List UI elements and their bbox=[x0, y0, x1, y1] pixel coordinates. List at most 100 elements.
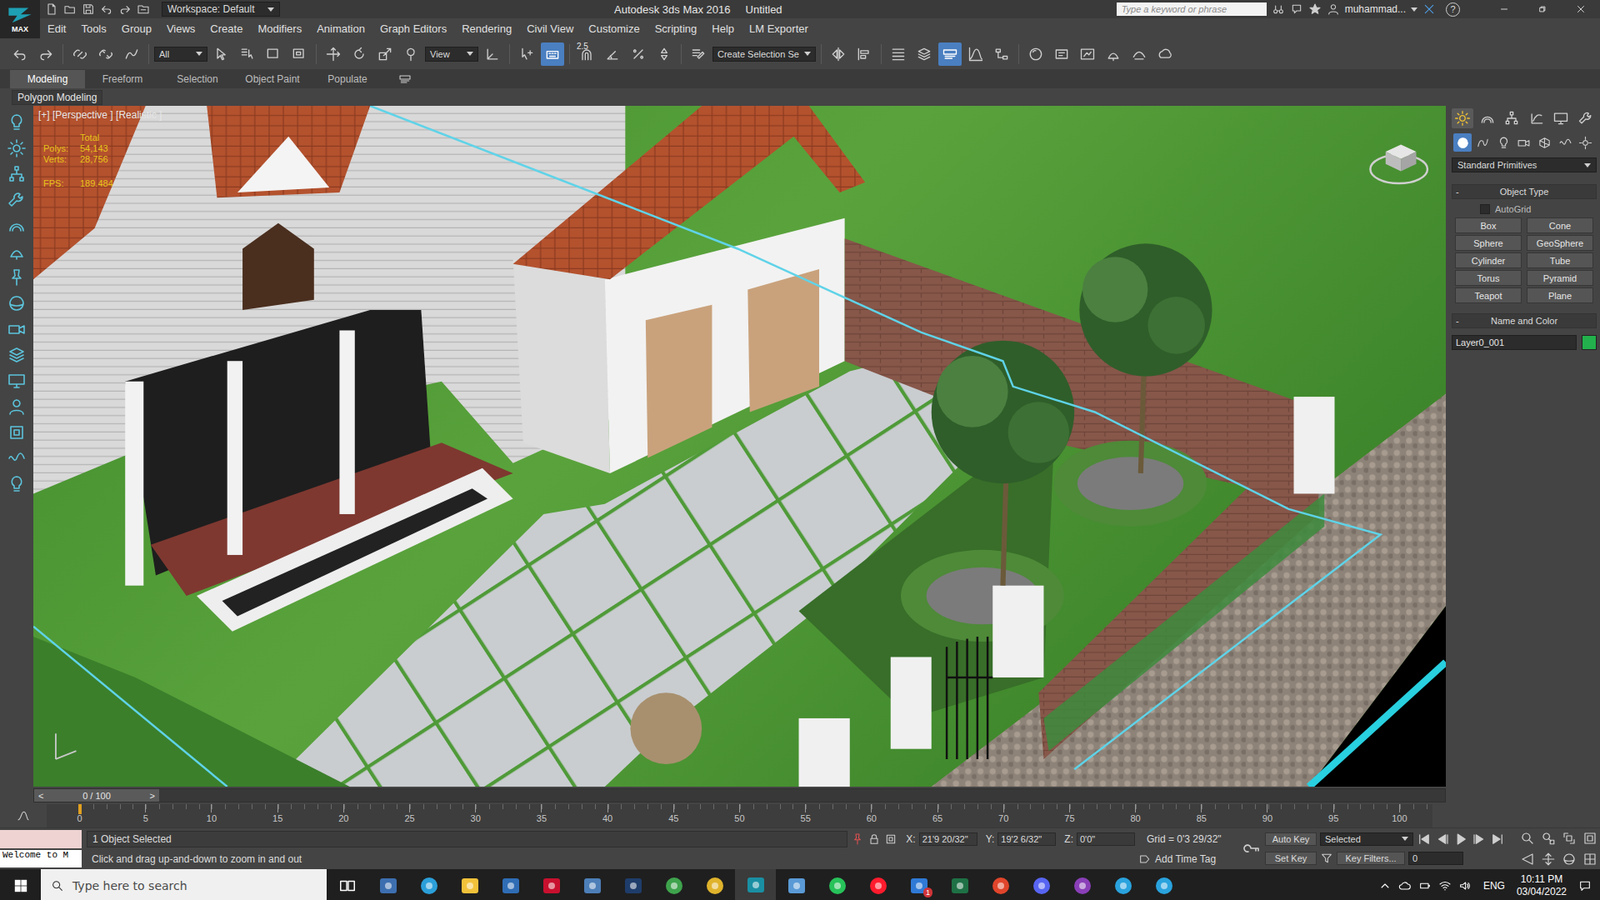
excel-taskbar-app[interactable] bbox=[939, 869, 980, 900]
anglesnap-button[interactable] bbox=[600, 42, 625, 66]
render-icon[interactable] bbox=[6, 241, 27, 262]
help-button[interactable]: ? bbox=[1445, 2, 1460, 17]
maxtoggle-icon[interactable] bbox=[1582, 851, 1598, 867]
taskbar-search[interactable]: Type here to search bbox=[40, 869, 327, 900]
opera-taskbar-app[interactable] bbox=[857, 869, 899, 900]
star-icon[interactable] bbox=[1308, 2, 1322, 16]
key-icon[interactable] bbox=[1241, 839, 1262, 860]
toolbar-dropdown[interactable]: All bbox=[154, 46, 208, 62]
prevframe-icon[interactable] bbox=[1435, 831, 1450, 847]
ribbon-tab[interactable]: Populate bbox=[310, 70, 385, 89]
menu-item[interactable]: Rendering bbox=[454, 22, 520, 35]
redo-icon[interactable] bbox=[118, 2, 132, 16]
link-button[interactable] bbox=[68, 42, 92, 66]
filter-icon[interactable] bbox=[1320, 851, 1334, 865]
curve-button[interactable] bbox=[964, 42, 988, 66]
clock[interactable]: 10:11 PM03/04/2022 bbox=[1511, 873, 1572, 899]
coordinate-field[interactable]: 21'9 20/32" bbox=[919, 832, 978, 846]
edge-taskbar-app[interactable] bbox=[408, 869, 450, 900]
set-key-button[interactable]: Set Key bbox=[1265, 851, 1317, 865]
scale-button[interactable] bbox=[373, 42, 397, 66]
binoculars-icon[interactable] bbox=[1271, 2, 1285, 16]
spinsnap-button[interactable] bbox=[652, 42, 676, 66]
menu-item[interactable]: Edit bbox=[40, 22, 74, 35]
ribbon-toggle-icon[interactable] bbox=[398, 72, 412, 86]
battery-icon[interactable] bbox=[1418, 879, 1432, 893]
perspective-viewport[interactable]: [+] [Perspective ] [Realistic ]TotalPoly… bbox=[33, 105, 1446, 787]
render2-button[interactable] bbox=[1127, 42, 1151, 66]
primitive-button[interactable]: Cone bbox=[1526, 217, 1594, 234]
object-color-swatch[interactable] bbox=[1581, 335, 1597, 350]
pivot-button[interactable] bbox=[480, 42, 505, 66]
pctsnap-button[interactable] bbox=[626, 42, 650, 66]
category-dropdown[interactable]: Standard Primitives bbox=[1451, 157, 1597, 173]
viewcube[interactable] bbox=[1370, 145, 1428, 185]
chrome-taskbar-app[interactable] bbox=[694, 869, 735, 900]
frame-ruler[interactable]: 0510152025303540455055606570758085909510… bbox=[46, 804, 1433, 828]
unlink-button[interactable] bbox=[94, 42, 118, 66]
name-and-color-rollout[interactable]: -Name and Color bbox=[1451, 313, 1597, 329]
primitive-button[interactable]: Box bbox=[1455, 217, 1522, 234]
window-button[interactable] bbox=[287, 42, 311, 66]
utilities-tab[interactable] bbox=[1575, 108, 1597, 129]
absolute-mode-icon[interactable] bbox=[884, 832, 898, 846]
undo-icon[interactable] bbox=[100, 2, 114, 16]
coordinate-field[interactable]: 19'2 6/32" bbox=[997, 832, 1056, 846]
mirror-button[interactable] bbox=[826, 42, 850, 66]
menu-item[interactable]: Modifiers bbox=[250, 22, 310, 35]
zoomextall-icon[interactable] bbox=[1582, 830, 1598, 846]
bind-button[interactable] bbox=[120, 42, 144, 66]
lights-icon[interactable] bbox=[6, 474, 27, 495]
key-filters-button[interactable]: Key Filters... bbox=[1336, 851, 1405, 865]
menu-item[interactable]: Views bbox=[159, 22, 203, 35]
orbit-icon[interactable] bbox=[6, 293, 27, 314]
doc-taskbar-app[interactable] bbox=[775, 869, 817, 900]
create-tab[interactable] bbox=[1451, 108, 1474, 129]
subscription-icon[interactable] bbox=[1290, 2, 1304, 16]
toolbar-dropdown[interactable]: Create Selection Se bbox=[712, 46, 816, 62]
whatsapp-taskbar-app[interactable] bbox=[816, 869, 858, 900]
maxscript-listener[interactable]: Welcome to M bbox=[0, 828, 82, 870]
primitive-button[interactable]: Tube bbox=[1526, 252, 1594, 269]
menu-item[interactable]: Group bbox=[114, 22, 160, 35]
menu-item[interactable]: Scripting bbox=[647, 22, 705, 35]
menu-item[interactable]: Animation bbox=[309, 22, 373, 35]
display-tab[interactable] bbox=[1550, 108, 1572, 129]
play-icon[interactable] bbox=[1453, 831, 1469, 847]
g-taskbar-app[interactable] bbox=[980, 869, 1021, 900]
chrome-taskbar-app[interactable] bbox=[653, 869, 695, 900]
restore-button[interactable] bbox=[1523, 0, 1562, 19]
editsel-button[interactable] bbox=[686, 42, 710, 66]
spacewarps-icon[interactable] bbox=[6, 448, 27, 469]
minimize-button[interactable] bbox=[1485, 0, 1524, 19]
rendersetup-button[interactable] bbox=[1050, 42, 1074, 66]
cameras-icon[interactable] bbox=[6, 319, 27, 340]
key-mode-dropdown[interactable]: Selected bbox=[1320, 832, 1414, 846]
primitive-button[interactable]: Sphere bbox=[1455, 235, 1522, 251]
redo-button[interactable] bbox=[34, 42, 58, 66]
start-button[interactable] bbox=[0, 869, 41, 900]
input-language[interactable]: ENG bbox=[1483, 880, 1505, 892]
helpers-category[interactable] bbox=[1535, 133, 1555, 152]
utilities-icon[interactable] bbox=[6, 190, 27, 210]
rect-button[interactable] bbox=[261, 42, 285, 66]
max-taskbar-app[interactable] bbox=[735, 869, 776, 900]
move-button[interactable] bbox=[321, 42, 345, 66]
create-icon[interactable] bbox=[6, 138, 27, 159]
zoom-icon[interactable] bbox=[1520, 830, 1535, 846]
notifications-icon[interactable] bbox=[1578, 879, 1592, 893]
volume-icon[interactable] bbox=[1458, 879, 1472, 893]
autogrid-checkbox[interactable]: AutoGrid bbox=[1480, 204, 1597, 215]
todo-taskbar-app[interactable]: 1 bbox=[898, 869, 940, 900]
zoomall-icon[interactable] bbox=[1540, 830, 1556, 846]
material-button[interactable] bbox=[1024, 42, 1048, 66]
folder-taskbar-app[interactable] bbox=[449, 869, 490, 900]
menu-item[interactable]: Create bbox=[202, 22, 250, 35]
pin-icon[interactable] bbox=[6, 267, 27, 288]
ribbon-button[interactable] bbox=[938, 42, 962, 66]
primitive-button[interactable]: Pyramid bbox=[1526, 270, 1594, 286]
save-icon[interactable] bbox=[81, 2, 95, 16]
spacewarps-category[interactable] bbox=[1555, 133, 1575, 152]
telegram-taskbar-app[interactable] bbox=[1102, 869, 1144, 900]
ribbon-tab[interactable]: Freeform bbox=[85, 70, 160, 89]
